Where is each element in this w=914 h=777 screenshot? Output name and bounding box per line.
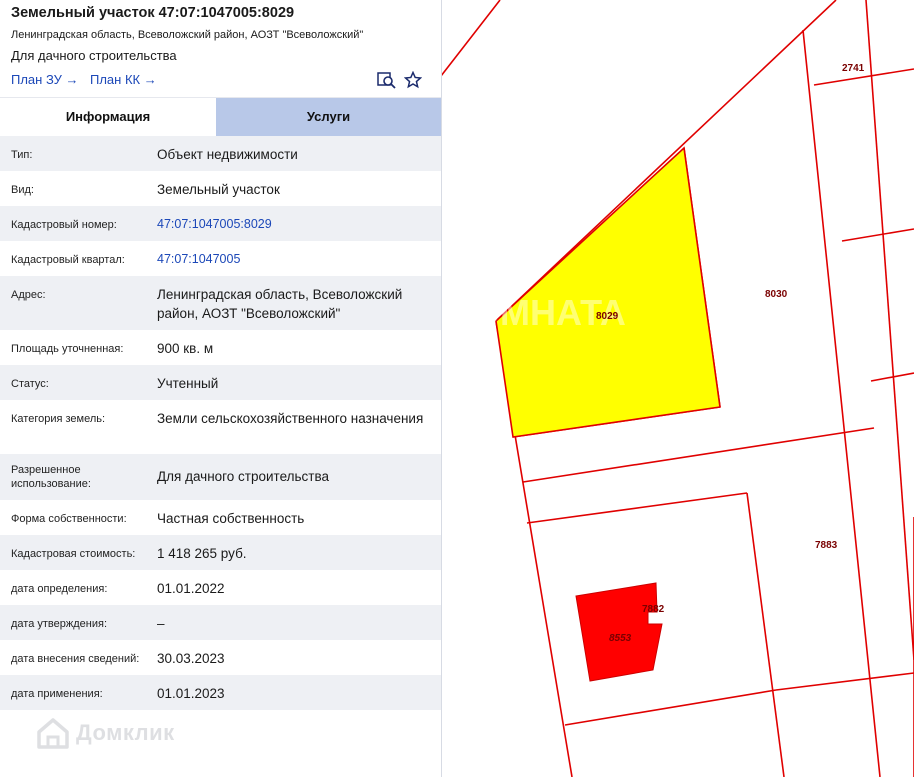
plan-zu-link[interactable]: План ЗУ → xyxy=(11,72,79,87)
row-label: дата применения: xyxy=(11,688,103,700)
tab-information[interactable]: Информация xyxy=(0,98,216,136)
info-row-determination-date: дата определения: 01.01.2022 xyxy=(0,570,441,605)
row-label: дата определения: xyxy=(11,583,108,595)
row-value: Частная собственность xyxy=(157,511,305,526)
row-label: Категория земель: xyxy=(11,413,106,425)
info-row-permitted-use: Разрешенное использование: Для дачного с… xyxy=(0,454,441,500)
domclick-watermark: Домклик xyxy=(36,716,175,750)
row-label: дата утверждения: xyxy=(11,618,108,630)
plot-label-7882: 7882 xyxy=(642,604,665,615)
row-value: Ленинградская область, Всеволожский райо… xyxy=(157,287,403,321)
info-row-cadastral-quarter: Кадастровый квартал: 47:07:1047005 xyxy=(0,241,441,276)
watermark-text: Домклик xyxy=(76,720,175,745)
plan-kk-link[interactable]: План КК → xyxy=(90,72,157,87)
info-panel: Земельный участок 47:07:1047005:8029 Лен… xyxy=(0,0,442,777)
panel-tabs: Информация Услуги xyxy=(0,97,441,136)
plot-label-8553: 8553 xyxy=(609,633,632,644)
info-row-type: Тип: Объект недвижимости xyxy=(0,136,441,171)
info-row-ownership: Форма собственности: Частная собственнос… xyxy=(0,500,441,535)
cadastral-quarter-link[interactable]: 47:07:1047005 xyxy=(157,250,435,269)
info-row-cadastral-number: Кадастровый номер: 47:07:1047005:8029 xyxy=(0,206,441,241)
plot-label-2741: 2741 xyxy=(842,63,865,74)
row-label: Адрес: xyxy=(11,289,46,301)
row-value: Земли сельскохозяйственного назначения xyxy=(157,411,424,426)
info-row-status: Статус: Учтенный xyxy=(0,365,441,400)
plot-label-7883: 7883 xyxy=(815,540,838,551)
row-label: Кадастровый квартал: xyxy=(11,254,125,266)
row-value: Объект недвижимости xyxy=(157,147,298,162)
row-label: Разрешенное использование: xyxy=(11,464,91,490)
row-label: Форма собственности: xyxy=(11,513,127,525)
info-row-application-date: дата применения: 01.01.2023 xyxy=(0,675,441,710)
row-value: – xyxy=(157,616,165,631)
row-value: 1 418 265 руб. xyxy=(157,546,247,561)
info-row-address: Адрес: Ленинградская область, Всеволожск… xyxy=(0,276,441,330)
info-row-land-category: Категория земель: Земли сельскохозяйстве… xyxy=(0,400,441,454)
row-label: Вид: xyxy=(11,184,34,196)
star-icon[interactable] xyxy=(403,70,424,89)
row-value: 01.01.2022 xyxy=(157,581,225,596)
row-value: 30.03.2023 xyxy=(157,651,225,666)
info-row-approval-date: дата утверждения: – xyxy=(0,605,441,640)
cadastral-number-link[interactable]: 47:07:1047005:8029 xyxy=(157,215,435,234)
parcel-title: Земельный участок 47:07:1047005:8029 xyxy=(11,5,295,21)
info-table: Тип: Объект недвижимости Вид: Земельный … xyxy=(0,136,441,710)
plot-label-8030: 8030 xyxy=(765,289,788,300)
info-row-cadastral-cost: Кадастровая стоимость: 1 418 265 руб. xyxy=(0,535,441,570)
info-row-kind: Вид: Земельный участок xyxy=(0,171,441,206)
row-value: Для дачного строительства xyxy=(157,469,330,484)
info-row-area: Площадь уточненная: 900 кв. м xyxy=(0,330,441,365)
parcel-address: Ленинградская область, Всеволожский райо… xyxy=(11,29,364,41)
parcel-usage: Для дачного строительства xyxy=(11,48,177,63)
plot-label-8029: 8029 xyxy=(596,311,619,322)
row-value: Учтенный xyxy=(157,376,219,391)
row-label: Кадастровая стоимость: xyxy=(11,548,136,560)
map-search-icon[interactable] xyxy=(377,71,397,89)
row-label: Статус: xyxy=(11,378,49,390)
row-label: дата внесения сведений: xyxy=(11,653,140,665)
row-value: 01.01.2023 xyxy=(157,686,225,701)
row-label: Тип: xyxy=(11,149,33,161)
row-label: Площадь уточненная: xyxy=(11,343,124,355)
building-parcel[interactable] xyxy=(575,582,663,682)
house-logo-icon xyxy=(37,718,69,749)
row-value: Земельный участок xyxy=(157,182,280,197)
tab-services[interactable]: Услуги xyxy=(216,98,441,136)
info-row-entry-date: дата внесения сведений: 30.03.2023 xyxy=(0,640,441,675)
row-value: 900 кв. м xyxy=(157,341,214,356)
row-label: Кадастровый номер: xyxy=(11,219,117,231)
